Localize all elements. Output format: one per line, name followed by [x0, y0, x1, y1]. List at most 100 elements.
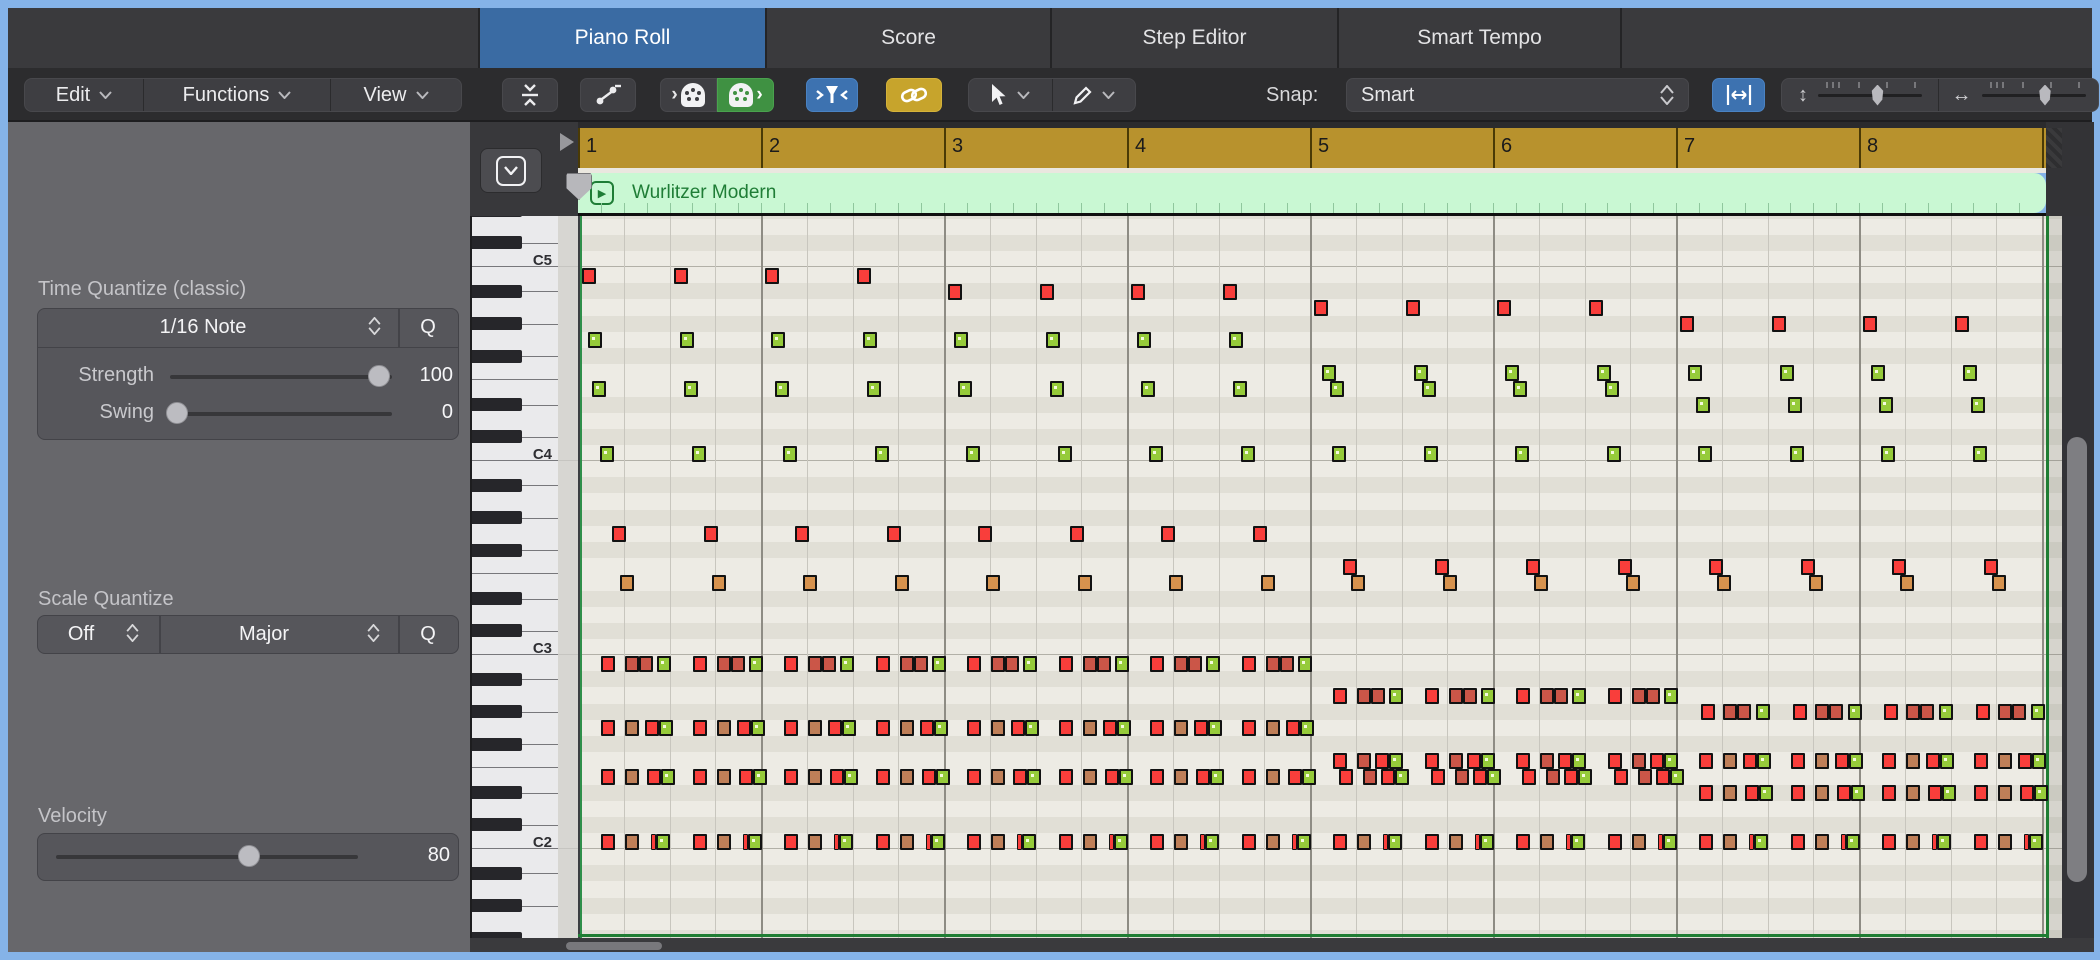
midi-note[interactable]	[784, 655, 798, 672]
midi-note[interactable]	[592, 380, 606, 397]
piano-key-black[interactable]	[472, 284, 522, 298]
midi-note[interactable]	[692, 720, 707, 737]
midi-note[interactable]	[1430, 768, 1445, 785]
snap-dropdown[interactable]: Smart	[1346, 78, 1689, 112]
midi-note[interactable]	[1892, 558, 1906, 575]
midi-note[interactable]	[784, 720, 798, 737]
piano-key-black[interactable]	[472, 866, 522, 880]
midi-note[interactable]	[1291, 833, 1297, 850]
midi-note[interactable]	[1663, 752, 1678, 769]
midi-note[interactable]	[1149, 445, 1163, 462]
midi-note[interactable]	[1513, 380, 1527, 397]
midi-note[interactable]	[1442, 574, 1457, 591]
midi-note[interactable]	[1522, 768, 1536, 785]
midi-note[interactable]	[1973, 752, 1988, 769]
tab-step-editor[interactable]: Step Editor	[1050, 8, 1337, 68]
midi-note[interactable]	[1039, 283, 1054, 300]
midi-note[interactable]	[1698, 445, 1712, 462]
midi-note[interactable]	[1540, 752, 1554, 769]
midi-note[interactable]	[1847, 704, 1862, 721]
midi-note[interactable]	[1351, 574, 1365, 591]
midi-note[interactable]	[1808, 574, 1823, 591]
midi-note[interactable]	[639, 655, 653, 672]
midi-note[interactable]	[716, 655, 731, 672]
midi-note[interactable]	[1631, 833, 1646, 850]
midi-note[interactable]	[1970, 397, 1985, 413]
midi-note[interactable]	[862, 332, 877, 349]
midi-note[interactable]	[856, 267, 871, 284]
midi-note[interactable]	[1848, 752, 1863, 769]
midi-note[interactable]	[933, 720, 948, 737]
midi-note[interactable]	[2031, 752, 2046, 769]
strength-slider-thumb[interactable]	[368, 365, 390, 387]
midi-note[interactable]	[1413, 364, 1428, 381]
midi-note[interactable]	[1058, 655, 1073, 672]
midi-note[interactable]	[1330, 380, 1344, 397]
slider-track[interactable]	[1818, 81, 1922, 106]
midi-note[interactable]	[930, 833, 945, 850]
midi-note[interactable]	[1754, 833, 1768, 850]
midi-note[interactable]	[1174, 833, 1188, 850]
midi-note[interactable]	[1631, 752, 1646, 769]
piano-key-black[interactable]	[472, 592, 522, 606]
midi-note[interactable]	[1607, 833, 1622, 850]
midi-note[interactable]	[1790, 752, 1805, 769]
midi-note[interactable]	[1699, 785, 1713, 801]
midi-note[interactable]	[1333, 688, 1347, 704]
midi-note[interactable]	[1879, 397, 1893, 413]
midi-note[interactable]	[683, 380, 698, 397]
bar-ruler[interactable]: 1 2 3 4 5 6 7 8	[578, 128, 2046, 168]
piano-key-black[interactable]	[472, 478, 522, 492]
piano-key-black[interactable]	[472, 818, 522, 832]
midi-note[interactable]	[1287, 768, 1302, 785]
midi-note[interactable]	[1333, 752, 1347, 769]
midi-note[interactable]	[1534, 574, 1548, 591]
midi-note[interactable]	[1906, 752, 1920, 769]
midi-note[interactable]	[612, 526, 626, 543]
note-grid[interactable]	[578, 216, 2062, 938]
midi-note[interactable]	[1906, 785, 1920, 801]
midi-note[interactable]	[840, 655, 854, 672]
midi-note[interactable]	[1723, 785, 1737, 801]
midi-note[interactable]	[967, 833, 981, 850]
midi-note[interactable]	[1472, 768, 1487, 785]
midi-note[interactable]	[1174, 655, 1188, 672]
midi-note[interactable]	[1486, 768, 1501, 785]
midi-note[interactable]	[1371, 688, 1385, 704]
midi-note[interactable]	[1680, 316, 1694, 333]
midi-note[interactable]	[1252, 526, 1267, 543]
midi-note[interactable]	[1108, 833, 1114, 850]
midi-note[interactable]	[1114, 655, 1129, 672]
midi-note[interactable]	[1480, 752, 1495, 769]
midi-note[interactable]	[2023, 833, 2029, 850]
midi-note[interactable]	[1743, 752, 1757, 769]
midi-note[interactable]	[736, 720, 751, 737]
midi-note[interactable]	[886, 526, 901, 543]
midi-note[interactable]	[875, 833, 890, 850]
midi-note[interactable]	[620, 574, 634, 591]
vertical-scrollbar-thumb[interactable]	[2067, 437, 2087, 882]
midi-note[interactable]	[750, 720, 765, 737]
midi-note[interactable]	[1516, 688, 1530, 704]
midi-note[interactable]	[730, 655, 745, 672]
midi-note[interactable]	[747, 833, 762, 850]
midi-note[interactable]	[1973, 833, 1988, 850]
piano-key-black[interactable]	[472, 705, 522, 719]
midi-note[interactable]	[1395, 768, 1409, 785]
midi-note[interactable]	[1814, 785, 1829, 801]
midi-note[interactable]	[2017, 752, 2032, 769]
midi-note[interactable]	[659, 720, 673, 737]
midi-note[interactable]	[1448, 833, 1463, 850]
midi-note[interactable]	[1505, 364, 1519, 381]
horizontal-zoom-slider[interactable]: ↔	[1939, 79, 2098, 111]
midi-note[interactable]	[679, 332, 694, 349]
midi-note[interactable]	[1637, 768, 1652, 785]
midi-note[interactable]	[1333, 833, 1347, 850]
midi-note[interactable]	[875, 655, 890, 672]
midi-note[interactable]	[1737, 704, 1751, 721]
midi-note[interactable]	[1208, 720, 1222, 737]
midi-note[interactable]	[1962, 364, 1977, 381]
midi-note[interactable]	[1375, 752, 1389, 769]
midi-note[interactable]	[2019, 785, 2034, 801]
midi-note[interactable]	[601, 655, 615, 672]
